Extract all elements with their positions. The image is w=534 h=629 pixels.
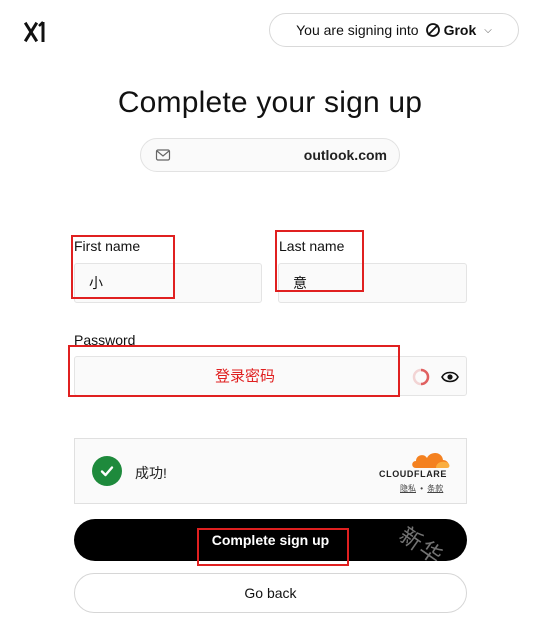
- x-ai-logo-icon: [24, 21, 45, 43]
- signing-into-text: You are signing into: [296, 22, 419, 38]
- email-value: outlook.com: [303, 147, 387, 163]
- link-separator: •: [420, 484, 424, 493]
- app-name: Grok: [425, 22, 476, 38]
- password-annotation-text: 登录密码: [215, 368, 276, 385]
- app-selector[interactable]: You are signing into Grok ⌵: [269, 13, 519, 47]
- mail-icon: [155, 149, 171, 161]
- terms-link[interactable]: 条款: [427, 484, 443, 493]
- cloudflare-brand: CLOUDFLARE: [379, 469, 447, 479]
- eye-icon[interactable]: [441, 369, 459, 385]
- captcha-status-text: 成功!: [135, 465, 167, 481]
- check-circle-icon: [92, 456, 122, 486]
- go-back-button[interactable]: Go back: [74, 573, 467, 613]
- page-title: Complete your sign up: [117, 86, 423, 119]
- annotation-box-last-name: [275, 230, 364, 292]
- annotation-box-complete: [197, 528, 349, 566]
- chevron-down-icon: ⌵: [484, 24, 492, 36]
- annotation-box-first-name: [71, 235, 175, 299]
- go-back-label: Go back: [244, 585, 297, 601]
- captcha-links: 隐私 • 条款: [400, 483, 443, 494]
- spinner-icon: [412, 368, 430, 386]
- privacy-link[interactable]: 隐私: [400, 484, 416, 493]
- cloud-icon: [412, 452, 450, 468]
- grok-logo-icon: [425, 23, 440, 37]
- email-display: outlook.com: [140, 138, 400, 172]
